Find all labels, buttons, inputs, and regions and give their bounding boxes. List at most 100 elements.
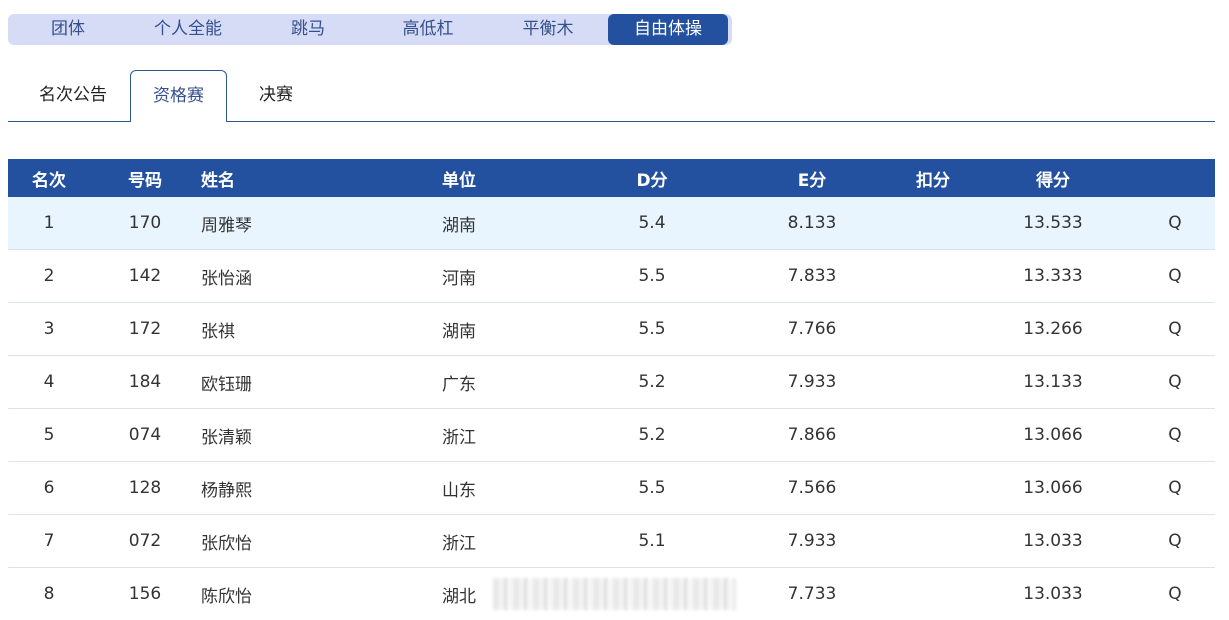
deduction-cell	[883, 409, 983, 461]
table-row: 1 170 周雅琴 湖南 5.4 8.133 13.533 Q	[8, 197, 1215, 250]
name-cell: 周雅琴	[201, 215, 252, 236]
tab-floor-exercise[interactable]: 自由体操	[608, 14, 728, 45]
number-cell: 128	[128, 478, 162, 498]
d-score-cell: 5.5	[638, 319, 666, 339]
e-score-cell: 7.933	[787, 531, 837, 551]
header-number: 号码	[128, 170, 162, 191]
e-score-cell: 7.866	[787, 425, 837, 445]
d-score-cell: 5.1	[638, 531, 666, 551]
e-score-cell: 8.133	[787, 213, 837, 233]
table-header: 名次 号码 姓名 单位 D分 E分 扣分 得分	[8, 159, 1215, 197]
qualified-mark: Q	[1168, 478, 1182, 498]
tab-balance-beam[interactable]: 平衡木	[488, 14, 608, 45]
table-row: 2 142 张怡涵 河南 5.5 7.833 13.333 Q	[8, 250, 1215, 303]
rank-cell: 8	[43, 584, 55, 604]
number-cell: 170	[128, 213, 162, 233]
rank-cell: 2	[43, 266, 55, 286]
unit-cell: 浙江	[442, 427, 476, 448]
e-score-cell: 7.733	[787, 584, 837, 604]
rank-cell: 3	[43, 319, 55, 339]
number-cell: 074	[128, 425, 162, 445]
e-score-cell: 7.833	[787, 266, 837, 286]
header-name: 姓名	[201, 170, 235, 191]
table-row: 3 172 张祺 湖南 5.5 7.766 13.266 Q	[8, 303, 1215, 356]
table-row: 4 184 欧钰珊 广东 5.2 7.933 13.133 Q	[8, 356, 1215, 409]
unit-cell: 广东	[442, 374, 476, 395]
deduction-cell	[883, 197, 983, 249]
tab-team[interactable]: 团体	[8, 14, 128, 45]
name-cell: 张清颖	[201, 427, 252, 448]
qualified-mark: Q	[1168, 213, 1182, 233]
tab-rankings[interactable]: 名次公告	[18, 70, 128, 121]
rank-cell: 7	[43, 531, 55, 551]
tab-vault[interactable]: 跳马	[248, 14, 368, 45]
blurred-overlay	[493, 578, 736, 610]
unit-cell: 浙江	[442, 533, 476, 554]
number-cell: 172	[128, 319, 162, 339]
rank-cell: 6	[43, 478, 55, 498]
name-cell: 张祺	[201, 321, 235, 342]
rank-cell: 1	[43, 213, 55, 233]
deduction-cell	[883, 568, 983, 620]
tab-qualification[interactable]: 资格赛	[130, 70, 227, 122]
d-score-cell: 5.5	[638, 266, 666, 286]
name-cell: 欧钰珊	[201, 374, 252, 395]
unit-cell: 湖南	[442, 215, 476, 236]
qualified-mark: Q	[1168, 584, 1182, 604]
apparatus-tab-bar: 团体 个人全能 跳马 高低杠 平衡木 自由体操	[8, 14, 732, 45]
table-row: 7 072 张欣怡 浙江 5.1 7.933 13.033 Q	[8, 515, 1215, 568]
tab-all-around[interactable]: 个人全能	[128, 14, 248, 45]
header-d-score: D分	[636, 170, 668, 191]
total-cell: 13.066	[1023, 425, 1083, 445]
total-cell: 13.333	[1023, 266, 1083, 286]
qualified-mark: Q	[1168, 319, 1182, 339]
header-rank: 名次	[32, 170, 66, 191]
d-score-cell: 5.2	[638, 425, 666, 445]
deduction-cell	[883, 303, 983, 355]
deduction-cell	[883, 515, 983, 567]
stage-tab-bar: 名次公告 资格赛 决赛	[8, 70, 1215, 122]
d-score-cell: 5.5	[638, 478, 666, 498]
name-cell: 杨静熙	[201, 480, 252, 501]
number-cell: 142	[128, 266, 162, 286]
name-cell: 张怡涵	[201, 268, 252, 289]
qualified-mark: Q	[1168, 372, 1182, 392]
qualified-mark: Q	[1168, 266, 1182, 286]
e-score-cell: 7.766	[787, 319, 837, 339]
unit-cell: 河南	[442, 268, 476, 289]
header-unit: 单位	[442, 170, 476, 191]
tab-uneven-bars[interactable]: 高低杠	[368, 14, 488, 45]
table-row: 6 128 杨静熙 山东 5.5 7.566 13.066 Q	[8, 462, 1215, 515]
rank-cell: 4	[43, 372, 55, 392]
deduction-cell	[883, 462, 983, 514]
e-score-cell: 7.933	[787, 372, 837, 392]
results-table: 名次 号码 姓名 单位 D分 E分 扣分 得分 1 170 周雅琴 湖南 5.4…	[8, 159, 1215, 620]
total-cell: 13.066	[1023, 478, 1083, 498]
rank-cell: 5	[43, 425, 55, 445]
total-cell: 13.033	[1023, 531, 1083, 551]
total-cell: 13.533	[1023, 213, 1083, 233]
deduction-cell	[883, 250, 983, 302]
qualified-mark: Q	[1168, 531, 1182, 551]
header-e-score: E分	[797, 170, 827, 191]
header-deduction: 扣分	[916, 170, 950, 191]
number-cell: 072	[128, 531, 162, 551]
total-cell: 13.033	[1023, 584, 1083, 604]
d-score-cell: 5.4	[638, 213, 666, 233]
table-row: 8 156 陈欣怡 湖北 7.733 13.033 Q	[8, 568, 1215, 620]
total-cell: 13.133	[1023, 372, 1083, 392]
e-score-cell: 7.566	[787, 478, 837, 498]
d-score-cell: 5.2	[638, 372, 666, 392]
number-cell: 184	[128, 372, 162, 392]
total-cell: 13.266	[1023, 319, 1083, 339]
name-cell: 陈欣怡	[201, 586, 252, 607]
name-cell: 张欣怡	[201, 533, 252, 554]
unit-cell: 湖南	[442, 321, 476, 342]
unit-cell: 山东	[442, 480, 476, 501]
table-row: 5 074 张清颖 浙江 5.2 7.866 13.066 Q	[8, 409, 1215, 462]
number-cell: 156	[128, 584, 162, 604]
results-page: 团体 个人全能 跳马 高低杠 平衡木 自由体操 名次公告 资格赛 决赛 名次 号…	[0, 0, 1229, 620]
tab-final[interactable]: 决赛	[236, 70, 316, 121]
header-total: 得分	[1036, 170, 1070, 191]
deduction-cell	[883, 356, 983, 408]
